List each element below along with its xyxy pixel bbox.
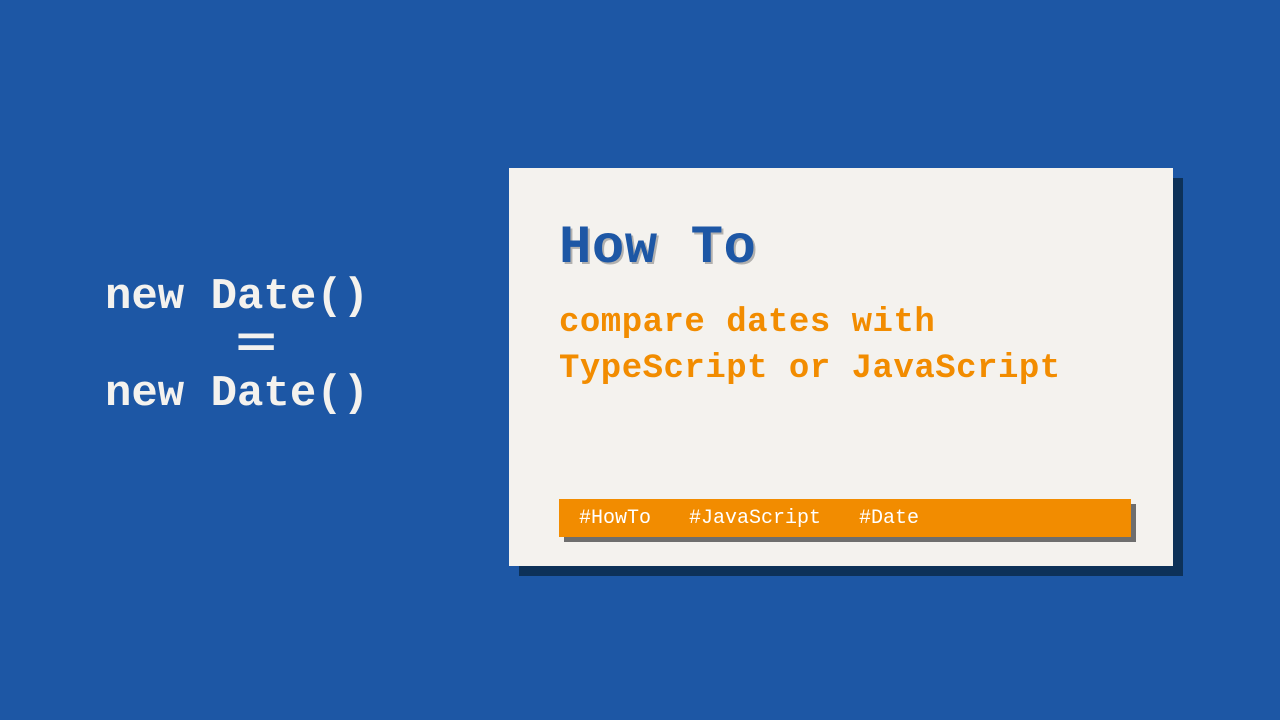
equals-sign: = — [235, 325, 449, 367]
tagbar: #HowTo #JavaScript #Date — [559, 499, 1131, 537]
tag-item: #HowTo — [579, 507, 651, 530]
title-card: How To compare dates with TypeScript or … — [509, 168, 1173, 566]
code-line-2: new Date() — [105, 369, 369, 419]
code-illustration: new Date() = new Date() — [105, 270, 369, 422]
tag-item: #Date — [859, 507, 919, 530]
card-title: How To — [559, 218, 1129, 279]
code-line-1: new Date() — [105, 272, 369, 322]
tag-item: #JavaScript — [689, 507, 821, 530]
card-subtitle: compare dates with TypeScript or JavaScr… — [559, 301, 1129, 393]
